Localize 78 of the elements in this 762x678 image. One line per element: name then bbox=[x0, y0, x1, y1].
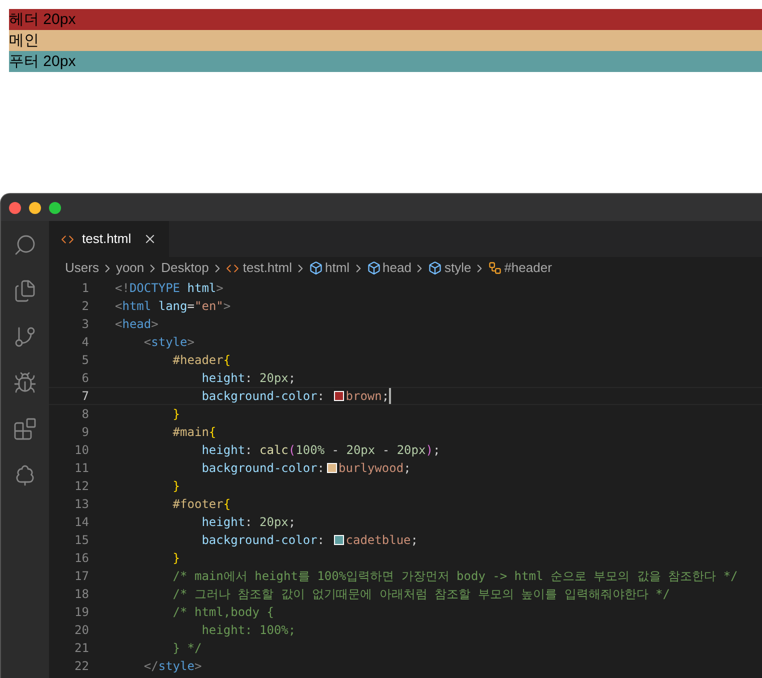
cube-icon bbox=[428, 261, 442, 275]
line-number: 13 bbox=[74, 496, 89, 513]
code-text: <style> bbox=[142, 334, 194, 351]
code-text: #header{ bbox=[172, 352, 231, 369]
line-number: 12 bbox=[74, 478, 89, 495]
line-number: 4 bbox=[80, 334, 89, 351]
code-text: } */ bbox=[172, 640, 202, 657]
code-text: burlywood; bbox=[338, 460, 411, 477]
breadcrumb-item[interactable]: style bbox=[444, 258, 472, 278]
code-text: </style> bbox=[142, 658, 202, 675]
code-text: } bbox=[172, 478, 180, 495]
code-text: /* main에서 height를 100%입력하면 가장먼저 body -> html 순으로 부모의 값을 참조한다 */ bbox=[172, 568, 738, 585]
line-number: 18 bbox=[74, 586, 89, 603]
breadcrumb-item[interactable]: Desktop bbox=[161, 258, 209, 278]
line-number: 15 bbox=[74, 532, 89, 549]
code-file-icon bbox=[61, 232, 74, 246]
line-number: 17 bbox=[74, 568, 89, 585]
code-text: cadetblue; bbox=[346, 532, 418, 549]
code-text: height: 20px; bbox=[200, 514, 296, 531]
files-icon[interactable] bbox=[13, 279, 37, 303]
breadcrumb-item[interactable]: test.html bbox=[242, 258, 292, 278]
minimize-window-button[interactable] bbox=[29, 202, 41, 214]
code-text: <html lang="en"> bbox=[115, 298, 231, 315]
preview-block: 메인 bbox=[9, 30, 762, 51]
line-number: 20 bbox=[74, 622, 89, 639]
line-number: 7 bbox=[80, 388, 89, 405]
tab-label: test.html bbox=[82, 230, 132, 248]
code-text: /* html,body { bbox=[172, 604, 274, 621]
line-number: 6 bbox=[80, 370, 89, 387]
code-text: background-color: bbox=[200, 388, 326, 405]
breadcrumb-item[interactable]: yoon bbox=[116, 258, 144, 278]
preview-block: 헤더 20px bbox=[9, 9, 762, 30]
code-text: brown; bbox=[346, 388, 390, 405]
color-swatch-icon[interactable] bbox=[334, 391, 344, 401]
line-number: 14 bbox=[74, 514, 89, 531]
line-number: 9 bbox=[80, 424, 89, 441]
bug-icon[interactable] bbox=[13, 371, 37, 395]
code-text: } bbox=[172, 406, 180, 423]
code-text: /* 그러나 참조할 값이 없기때문에 아래처럼 참조할 부모의 높이를 입력해줘야한다 */ bbox=[172, 586, 670, 603]
line-number: 10 bbox=[74, 442, 89, 459]
preview-block: 푸터 20px bbox=[9, 51, 762, 72]
breadcrumb-item[interactable]: html bbox=[324, 258, 350, 278]
maximize-window-button[interactable] bbox=[49, 202, 61, 214]
breadcrumb-item[interactable]: head bbox=[382, 258, 412, 278]
close-window-button[interactable] bbox=[9, 202, 21, 214]
breadcrumb-item[interactable]: Users bbox=[65, 258, 99, 278]
breadcrumb-item[interactable]: #header bbox=[504, 258, 552, 278]
line-number: 2 bbox=[80, 298, 89, 315]
line-number: 1 bbox=[80, 280, 89, 297]
code-text: } bbox=[172, 550, 180, 567]
color-swatch-icon[interactable] bbox=[334, 535, 344, 545]
line-number: 16 bbox=[74, 550, 89, 567]
line-number: 22 bbox=[74, 658, 89, 675]
line-number: 5 bbox=[80, 352, 89, 369]
selector-icon bbox=[488, 261, 502, 275]
cube-icon bbox=[308, 261, 323, 275]
branch-icon[interactable] bbox=[13, 325, 37, 349]
code-text: height: 100%; bbox=[200, 622, 296, 639]
cube-icon bbox=[366, 261, 381, 275]
code-text: background-color: bbox=[200, 532, 326, 549]
line-number: 21 bbox=[74, 640, 89, 657]
code-text: <head> bbox=[115, 316, 158, 333]
code-text: background-color: bbox=[200, 460, 325, 477]
code-text: #footer{ bbox=[172, 496, 231, 513]
code-text: height: calc(100% - 20px - 20px); bbox=[200, 442, 440, 459]
line-number: 8 bbox=[80, 406, 89, 423]
text-cursor bbox=[389, 388, 392, 404]
code-text: height: 20px; bbox=[200, 370, 296, 387]
code-file-icon bbox=[226, 262, 239, 274]
editor-tab[interactable]: test.html bbox=[49, 221, 170, 257]
code-text: #main{ bbox=[172, 424, 216, 441]
extensions-icon[interactable] bbox=[13, 417, 37, 441]
line-number: 11 bbox=[74, 460, 89, 477]
search-icon[interactable] bbox=[13, 233, 37, 257]
code-text: <!DOCTYPE html> bbox=[115, 280, 224, 297]
line-number: 19 bbox=[74, 604, 89, 621]
line-number: 3 bbox=[80, 316, 89, 333]
color-swatch-icon[interactable] bbox=[326, 463, 337, 473]
